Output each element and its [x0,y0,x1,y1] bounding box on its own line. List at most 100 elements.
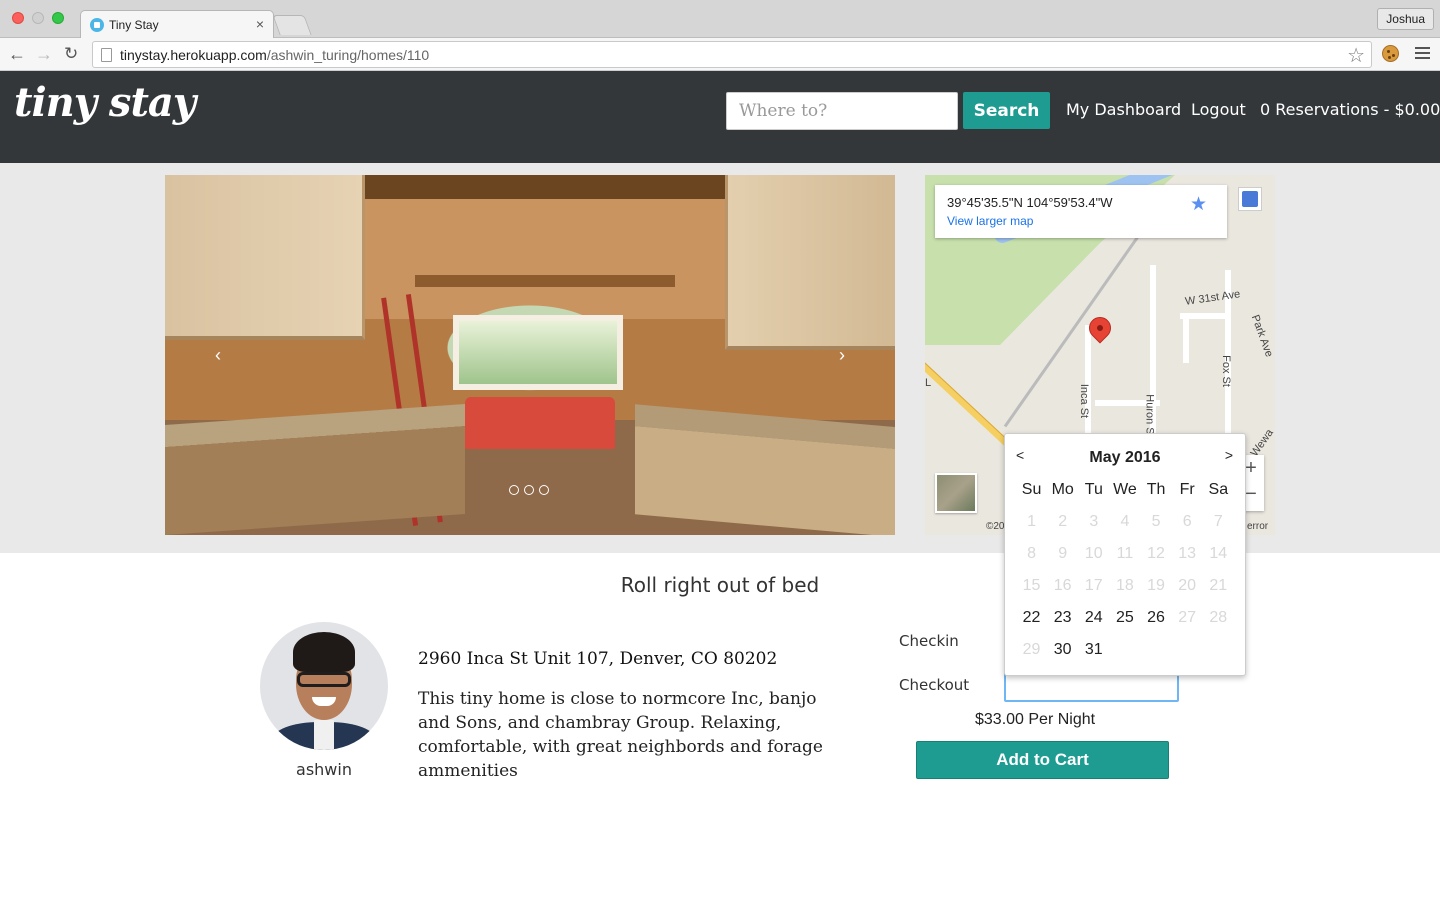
carousel-dot[interactable] [539,485,549,495]
day-cell: 5 [1151,513,1161,530]
search-button[interactable]: Search [963,92,1050,129]
day-cell[interactable]: 25 [1109,602,1140,634]
satellite-toggle[interactable] [935,473,977,513]
browser-tab-bar: Tiny Stay × Joshua [0,0,1440,39]
day-cell[interactable]: 24 [1078,602,1109,634]
day-cell: 11 [1116,545,1134,562]
date-picker-month: May 2016 [1089,449,1161,466]
map-label-fragment: L [925,377,932,389]
day-cell[interactable]: 30 [1047,634,1078,666]
host-avatar [260,622,388,750]
week-row: 29 30 31 [1016,634,1234,666]
minimize-window-button[interactable] [32,12,44,24]
weekday-label: Mo [1051,481,1074,498]
photo-counter-right [635,404,895,535]
day-cell: 29 [1022,641,1041,658]
day-cell: 2 [1058,513,1068,530]
add-to-cart-button[interactable]: Add to Cart [916,741,1169,779]
photo-cabinet-left [165,175,365,340]
street-view-pegman-icon[interactable] [1238,187,1262,211]
url-text[interactable]: tinystay.herokuapp.com/ashwin_turing/hom… [120,47,429,63]
back-arrow-icon[interactable]: ← [8,42,26,66]
map-road [1183,313,1189,363]
map-coordinates: 39°45'35.5"N 104°59'53.4"W [947,195,1113,210]
day-cell: 12 [1147,545,1165,562]
weekday-label: We [1113,481,1137,498]
week-row: 1 2 3 4 5 6 7 [1016,506,1234,538]
maximize-window-button[interactable] [52,12,64,24]
reservations-cart-link[interactable]: 0 Reservations - $0.00 [1260,100,1440,119]
listing-description: This tiny home is close to normcore Inc,… [418,689,823,781]
carousel-dot[interactable] [509,485,519,495]
map-label-inca-st: Inca St [1078,383,1091,419]
day-cell [1172,634,1203,666]
photo-counter-left [165,404,465,535]
reload-icon[interactable]: ↻ [64,42,78,66]
day-cell: 13 [1178,545,1197,562]
next-month-button[interactable]: > [1225,447,1233,463]
day-cell: 7 [1213,513,1223,530]
day-cell: 4 [1120,513,1130,530]
cookie-extension-icon[interactable] [1382,45,1399,62]
weekday-label: Tu [1084,481,1103,498]
address-bar[interactable]: tinystay.herokuapp.com/ashwin_turing/hom… [92,41,1372,68]
map-error-link[interactable]: error [1247,521,1268,532]
bookmark-star-icon[interactable]: ☆ [1347,43,1365,68]
save-star-icon[interactable]: ★ [1190,193,1207,216]
photo-window [453,315,623,390]
weekday-label: Th [1146,481,1166,498]
weekday-label: Su [1021,481,1042,498]
url-path: /ashwin_turing/homes/110 [266,47,430,63]
tiny-stay-logo[interactable]: tiny stay [14,79,196,126]
tiny-stay-favicon-icon [90,18,104,32]
view-larger-map-link[interactable]: View larger map [947,214,1033,228]
carousel-prev-chevron-icon[interactable]: ‹ [215,345,221,366]
day-cell[interactable]: 23 [1047,602,1078,634]
day-cell[interactable]: 31 [1078,634,1109,666]
close-window-button[interactable] [12,12,24,24]
date-picker: < May 2016 > Su Mo Tu We Th Fr Sa 1 2 3 4 5 6 7 8 9 10 11… [1004,433,1246,676]
checkout-label: Checkout [899,676,970,694]
day-cell [1203,634,1234,666]
profile-button[interactable]: Joshua [1377,8,1434,30]
browser-toolbar: ← → ↻ tinystay.herokuapp.com/ashwin_turi… [0,38,1440,71]
map-road [1085,325,1091,435]
day-cell: 3 [1089,513,1099,530]
listing-address: 2960 Inca St Unit 107, Denver, CO 80202 [418,649,778,669]
new-tab-button[interactable] [272,15,312,35]
tab-close-icon[interactable]: × [256,16,264,32]
logout-link[interactable]: Logout [1191,100,1246,119]
photo-cabinet-right [725,175,895,350]
carousel-next-chevron-icon[interactable]: › [839,345,845,366]
day-cell: 14 [1209,545,1228,562]
home-photo-carousel[interactable]: ‹ › [165,175,895,535]
day-cell: 10 [1084,545,1103,562]
week-row: 8 9 10 11 12 13 14 [1016,538,1234,570]
checkin-label: Checkin [899,632,959,650]
day-cell[interactable]: 22 [1016,602,1047,634]
where-to-search-input[interactable] [726,92,958,130]
tab-title: Tiny Stay [109,18,159,32]
page-icon [101,48,112,62]
nightly-price: $33.00 Per Night [975,711,1096,728]
map-info-card: 39°45'35.5"N 104°59'53.4"W View larger m… [935,185,1227,238]
photo-beam [415,275,675,287]
browser-menu-icon[interactable] [1415,47,1430,62]
week-row: 15 16 17 18 19 20 21 [1016,570,1234,602]
map-copyright: ©20 [986,521,1005,532]
browser-tab[interactable]: Tiny Stay × [80,10,274,39]
forward-arrow-icon[interactable]: → [35,42,53,66]
day-cell: 15 [1022,577,1041,594]
date-picker-grid: Su Mo Tu We Th Fr Sa 1 2 3 4 5 6 7 8 9 10 11 12 13 14 15 16 17 1… [1016,474,1234,666]
carousel-dot[interactable] [524,485,534,495]
weekday-label: Sa [1208,481,1229,498]
carousel-indicators [509,482,554,500]
day-cell: 6 [1182,513,1192,530]
day-cell [1141,634,1172,666]
day-cell: 28 [1209,609,1228,626]
day-cell[interactable]: 26 [1141,602,1172,634]
site-header: tiny stay Search My Dashboard Logout 0 R… [0,71,1440,163]
day-cell: 19 [1147,577,1165,594]
my-dashboard-link[interactable]: My Dashboard [1066,100,1181,119]
photo-sofa [465,397,615,449]
